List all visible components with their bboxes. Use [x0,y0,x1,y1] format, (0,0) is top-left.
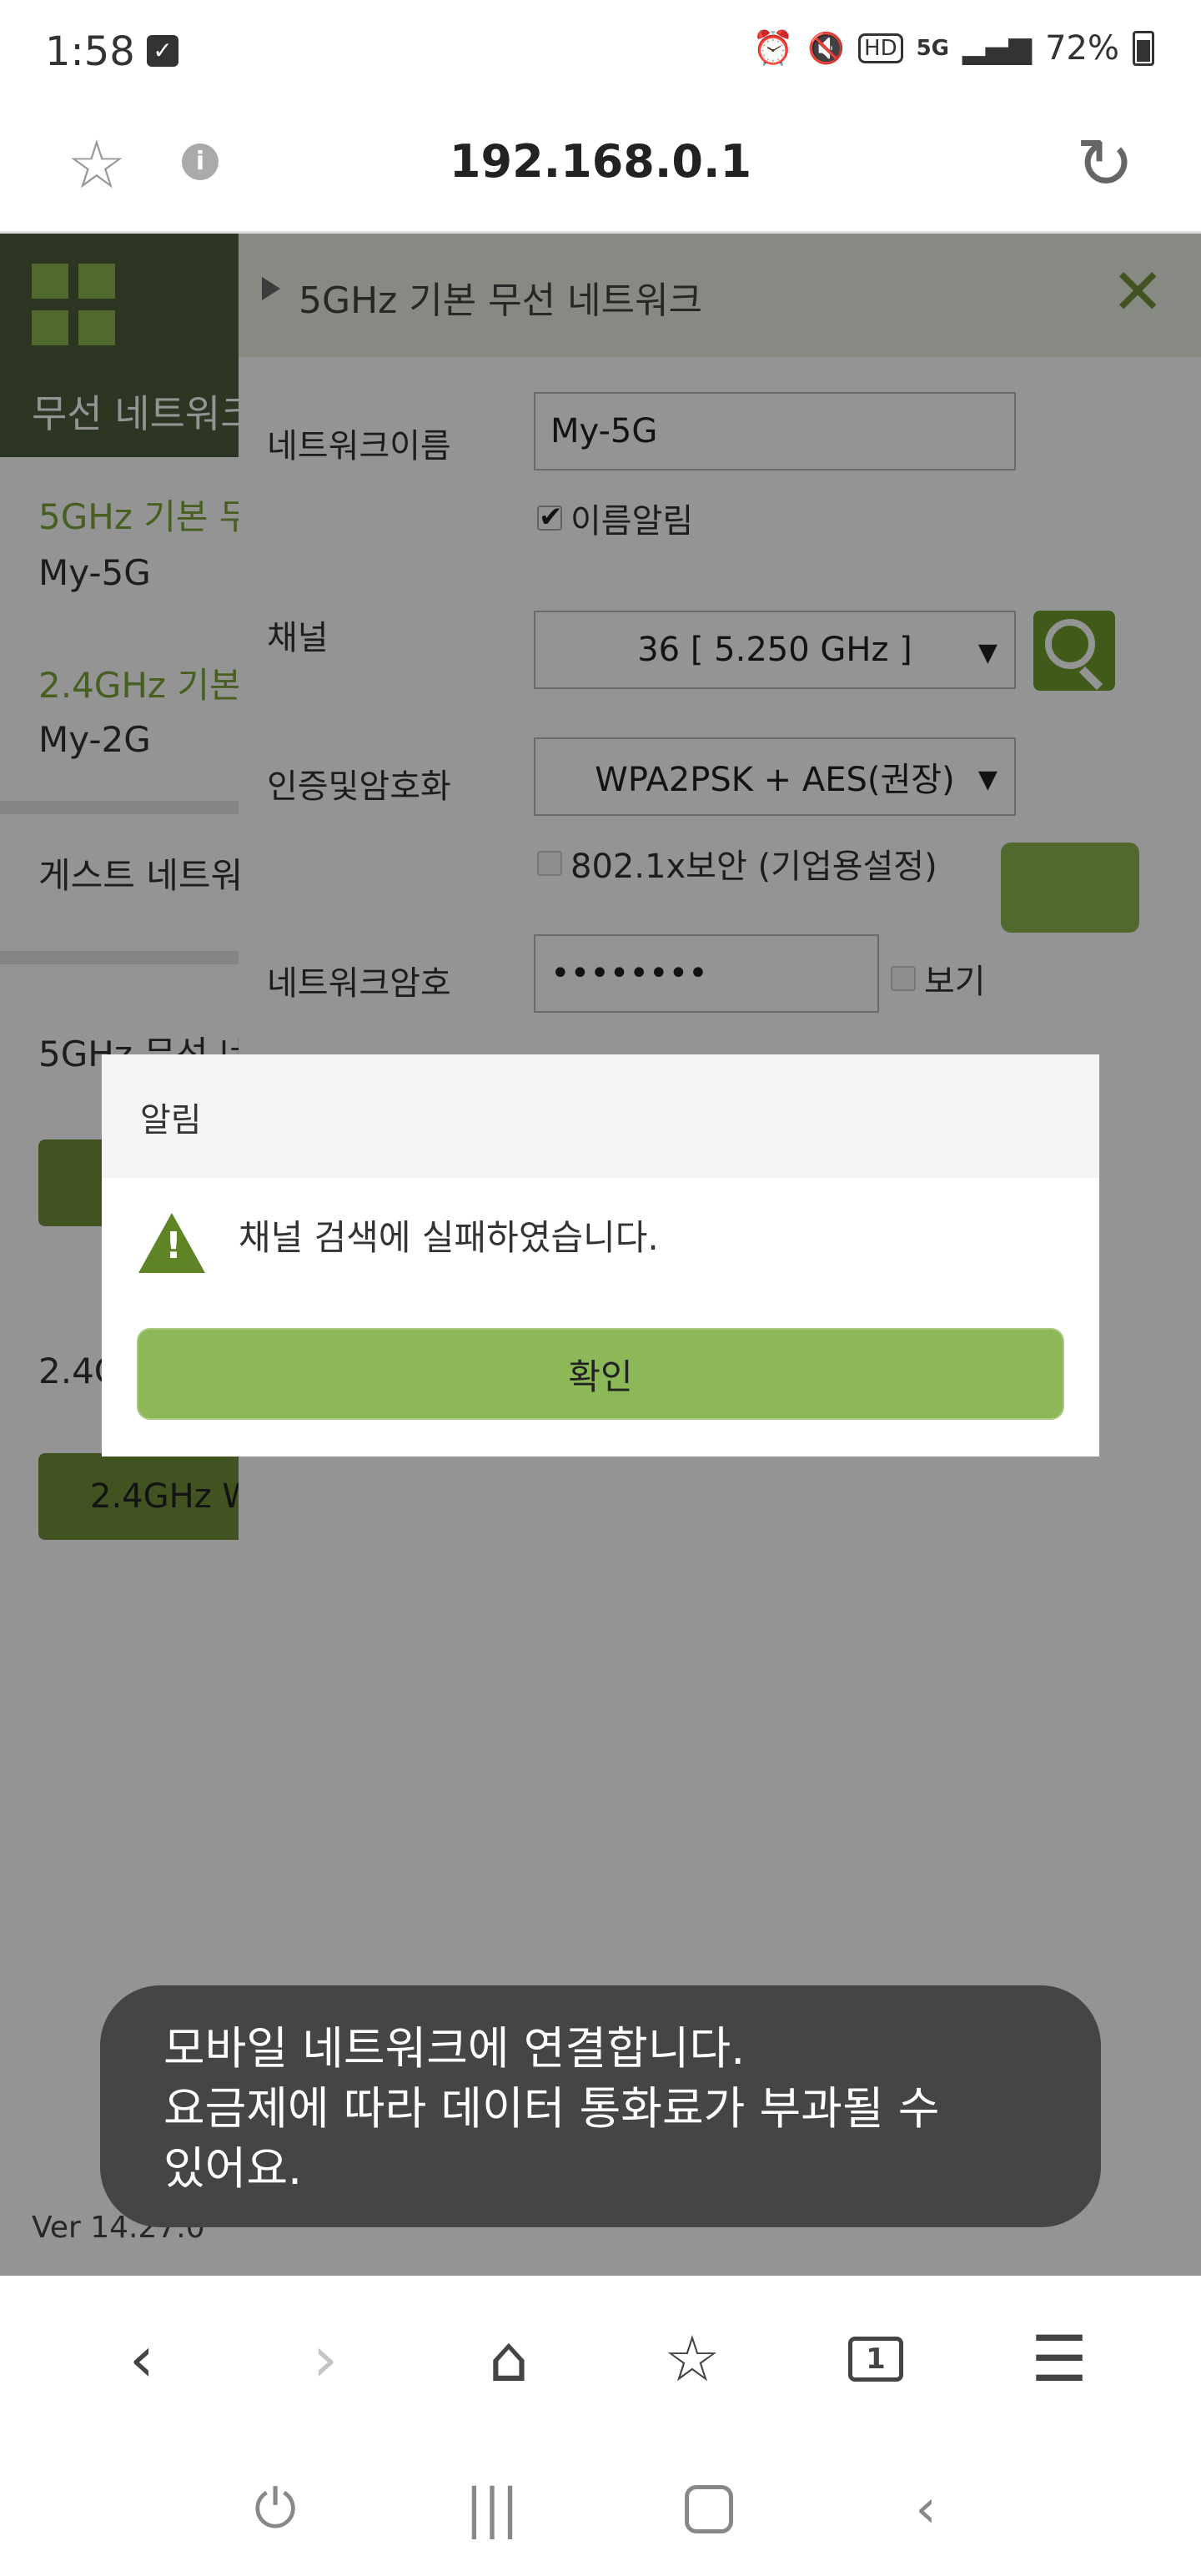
status-icons: ⏰ 🔇 HD 5G ▂▄▆ 72% [752,28,1154,68]
reload-icon[interactable]: ↻ [1076,128,1134,199]
browser-toolbar: ‹ › ⌂ ☆ 1 ☰ [0,2276,1201,2443]
mute-icon: 🔇 [807,31,846,66]
bookmarks-icon[interactable]: ☆ [646,2313,738,2405]
network-toast: 모바일 네트워크에 연결합니다. 요금제에 따라 데이터 통화료가 부과될 수 … [100,1985,1101,2227]
5g-icon: 5G [916,35,950,61]
home-icon[interactable]: ⌂ [463,2313,555,2405]
toast-line: 있어요. [163,2142,303,2195]
alert-dialog-title: 알림 [140,1101,202,1140]
tabs-count: 1 [848,2337,903,2382]
notification-check-icon: ✓ [147,35,178,67]
warning-exclamation: ! [165,1225,183,1267]
status-bar: 1:58 ✓ ⏰ 🔇 HD 5G ▂▄▆ 72% [0,0,1201,107]
alert-message: 채널 검색에 실패하였습니다. [239,1217,659,1258]
signal-icon: ▂▄▆ [962,31,1033,65]
alert-dialog-header [102,1054,1099,1178]
menu-icon[interactable]: ☰ [1013,2313,1105,2405]
url-text[interactable]: 192.168.0.1 [0,135,1201,188]
back-nav-icon[interactable]: ‹ [888,2472,963,2547]
browser-address-bar: ☆ i 192.168.0.1 ↻ [0,107,1201,234]
status-time: 1:58 [45,28,135,75]
battery-percent: 72% [1045,28,1119,68]
home-square-icon [685,2485,733,2533]
system-nav-bar: ⏻ ||| ‹ [0,2443,1201,2576]
tabs-button[interactable]: 1 [830,2313,922,2405]
battery-icon [1133,30,1154,66]
power-icon[interactable]: ⏻ [238,2472,313,2547]
home-nav-button[interactable] [671,2472,746,2547]
forward-icon[interactable]: › [279,2313,371,2405]
toast-line: 요금제에 따라 데이터 통화료가 부과될 수 [163,2082,940,2135]
alarm-icon: ⏰ [752,29,795,68]
recent-apps-icon[interactable]: ||| [455,2472,530,2547]
back-icon[interactable]: ‹ [96,2313,188,2405]
alert-dialog: 알림 ! 채널 검색에 실패하였습니다. 확인 [102,1054,1099,1457]
hd-icon: HD [858,33,903,63]
alert-ok-button[interactable]: 확인 [137,1328,1064,1420]
toast-line: 모바일 네트워크에 연결합니다. [163,2022,746,2075]
